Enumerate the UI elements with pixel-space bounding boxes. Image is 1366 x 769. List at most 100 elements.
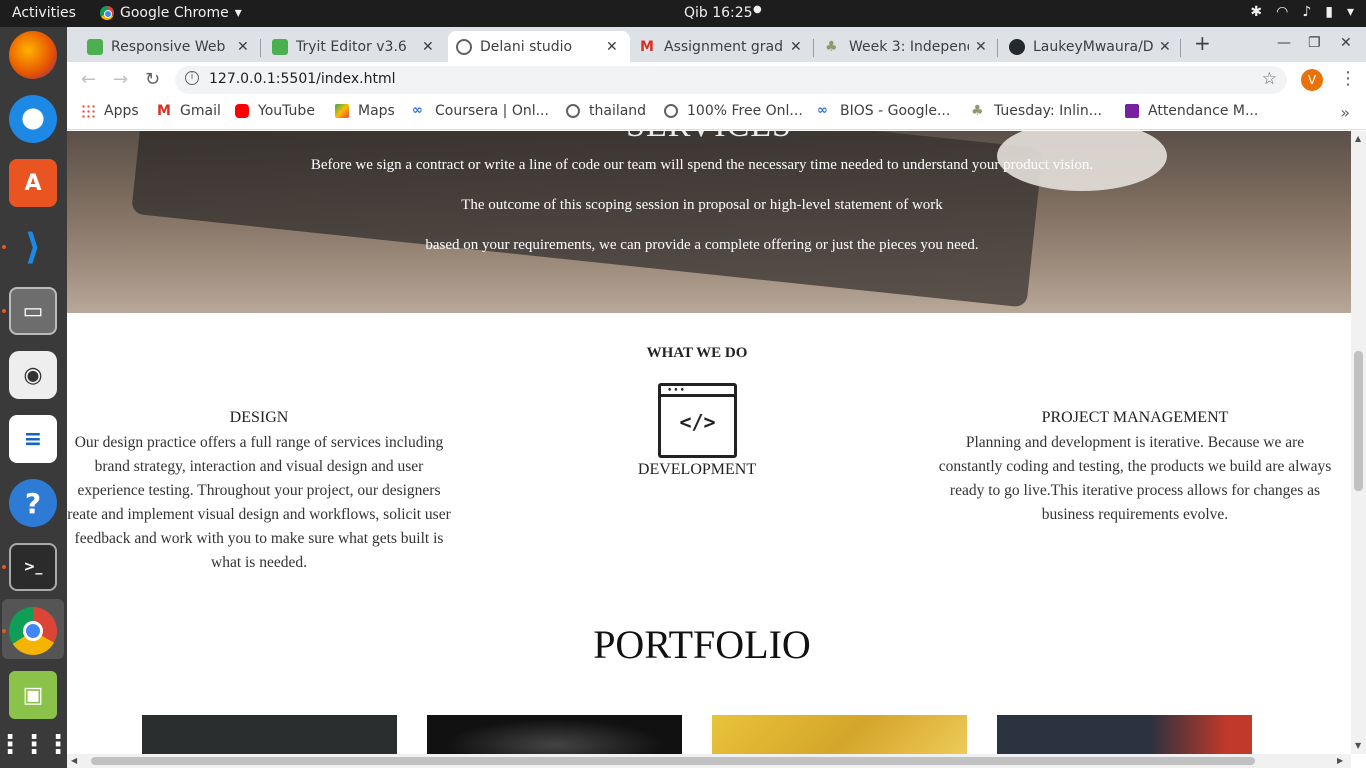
chrome-menu-icon[interactable]: ⋮: [1339, 68, 1357, 89]
close-icon[interactable]: ✕: [1159, 39, 1171, 55]
browser-toolbar: ← → ↻ i 127.0.0.1:5501/index.html ☆ V ⋮: [67, 62, 1366, 97]
chrome-icon[interactable]: [9, 607, 57, 655]
services-hero: SERVICES Before we sign a contract or wr…: [67, 131, 1351, 313]
tab-title: Assignment grad: [664, 38, 783, 55]
portfolio-heading: PORTFOLIO: [593, 622, 811, 667]
tab-delani-studio[interactable]: Delani studio ✕: [448, 31, 630, 62]
close-window-button[interactable]: ✕: [1340, 35, 1352, 51]
forward-button[interactable]: →: [113, 69, 128, 90]
tab-assignment-grade[interactable]: M Assignment grad ✕: [632, 31, 810, 62]
chevron-down-icon: ▾: [1346, 4, 1354, 20]
firefox-icon[interactable]: [9, 31, 57, 79]
libreoffice-writer-icon[interactable]: ≡: [9, 415, 57, 463]
software-center-icon[interactable]: A: [9, 159, 57, 207]
horizontal-scroll-thumb[interactable]: [91, 757, 1255, 765]
app-menu[interactable]: Google Chrome ▾: [100, 5, 242, 21]
services-line-2: The outcome of this scoping session in p…: [461, 197, 943, 213]
volume-icon: ♪: [1302, 4, 1312, 20]
w3schools-icon: [272, 38, 288, 55]
close-icon[interactable]: ✕: [975, 39, 987, 55]
thunderbird-icon[interactable]: [9, 95, 57, 143]
close-icon[interactable]: ✕: [790, 39, 802, 55]
bookmark-label: Attendance M...: [1148, 103, 1259, 119]
help-icon[interactable]: ?: [9, 479, 57, 527]
gmail-icon: M: [157, 103, 171, 119]
bookmark-tuesday[interactable]: ♣ Tuesday: Inlin...: [971, 103, 1102, 119]
bookmark-label: thailand: [589, 103, 647, 119]
portfolio-thumbnail-3[interactable]: [712, 715, 967, 754]
bookmark-coursera[interactable]: ∞ Coursera | Onl...: [412, 103, 549, 119]
close-icon[interactable]: ✕: [237, 39, 249, 55]
terminal-icon[interactable]: >_: [9, 543, 57, 591]
scroll-up-icon[interactable]: ▲: [1355, 134, 1361, 143]
close-icon[interactable]: ✕: [606, 39, 618, 55]
pm-line: business requirements evolve.: [1041, 506, 1229, 523]
system-tray[interactable]: ✱ ◠ ♪ ▮ ▾: [1250, 4, 1354, 20]
activities-button[interactable]: Activities: [12, 5, 76, 21]
reload-button[interactable]: ↻: [145, 69, 160, 90]
vertical-scrollbar[interactable]: ▲ ▼: [1351, 131, 1366, 754]
bookmark-apps[interactable]: Apps: [81, 103, 139, 119]
bookmark-attendance[interactable]: Attendance M...: [1125, 103, 1258, 119]
tree-icon: ♣: [971, 103, 984, 119]
tab-title: Responsive Web D: [111, 38, 231, 55]
tab-separator: [260, 39, 261, 57]
what-we-do-heading: WHAT WE DO: [646, 345, 748, 361]
tab-separator: [1180, 39, 1181, 57]
tab-tryit-editor[interactable]: Tryit Editor v3.6 ✕: [264, 31, 442, 62]
bookmark-label: Maps: [358, 103, 395, 119]
scroll-right-icon[interactable]: ▶: [1337, 756, 1343, 765]
bookmark-star-icon[interactable]: ☆: [1262, 69, 1277, 89]
show-applications-icon[interactable]: ⋮⋮⋮: [0, 721, 71, 769]
bookmark-maps[interactable]: Maps: [335, 103, 395, 119]
maps-icon: [335, 104, 349, 118]
close-icon[interactable]: ✕: [422, 39, 434, 55]
scroll-left-icon[interactable]: ◀: [71, 756, 77, 765]
clock[interactable]: Qib 16:25: [684, 5, 753, 21]
running-indicator: [2, 565, 6, 569]
page-viewport: SERVICES Before we sign a contract or wr…: [67, 131, 1351, 754]
portfolio-thumbnail-2[interactable]: [427, 715, 682, 754]
bookmark-label: 100% Free Onl...: [687, 103, 803, 119]
scroll-down-icon[interactable]: ▼: [1355, 741, 1361, 750]
portfolio-thumbnail-1[interactable]: [142, 715, 397, 754]
bookmark-thailand[interactable]: thailand: [566, 103, 646, 119]
profile-avatar[interactable]: V: [1301, 69, 1323, 91]
back-button[interactable]: ←: [81, 69, 96, 90]
bookmark-gmail[interactable]: M Gmail: [157, 103, 221, 119]
vscode-icon[interactable]: ⟩: [9, 223, 57, 271]
tab-responsive-web[interactable]: Responsive Web D ✕: [79, 31, 257, 62]
running-indicator: [2, 245, 6, 249]
tab-week3[interactable]: ♣ Week 3: Independ ✕: [817, 31, 995, 62]
portfolio-thumbnail-4[interactable]: [997, 715, 1252, 754]
bookmark-label: Tuesday: Inlin...: [994, 103, 1103, 119]
github-icon: [1009, 38, 1025, 55]
gmail-icon: M: [640, 38, 654, 55]
running-indicator: [2, 629, 6, 633]
vertical-scroll-thumb[interactable]: [1354, 351, 1363, 491]
address-bar[interactable]: i 127.0.0.1:5501/index.html ☆: [175, 66, 1287, 94]
image-viewer-icon[interactable]: ▣: [9, 671, 57, 719]
design-line: experience testing. Throughout your proj…: [77, 482, 441, 499]
bookmark-bios[interactable]: ∞ BIOS - Google...: [817, 103, 950, 119]
bookmarks-overflow-icon[interactable]: »: [1340, 103, 1350, 122]
info-icon[interactable]: i: [185, 71, 199, 85]
services-title: SERVICES: [67, 131, 1351, 145]
pm-line: Planning and development is iterative. B…: [965, 434, 1305, 451]
app-name: Google Chrome: [120, 5, 229, 21]
files-icon[interactable]: ▭: [9, 287, 57, 335]
restore-button[interactable]: ❐: [1308, 35, 1321, 51]
tab-github[interactable]: LaukeyMwaura/D ✕: [1001, 31, 1179, 62]
bookmark-youtube[interactable]: YouTube: [235, 103, 315, 119]
bookmark-free-online[interactable]: 100% Free Onl...: [664, 103, 803, 119]
new-tab-button[interactable]: +: [1194, 31, 1211, 55]
rhythmbox-icon[interactable]: ◉: [9, 351, 57, 399]
horizontal-scrollbar[interactable]: ◀ ▶: [67, 754, 1351, 768]
pm-line: constantly coding and testing, the produ…: [938, 458, 1332, 475]
accessibility-icon[interactable]: ✱: [1250, 4, 1262, 20]
tab-strip: Responsive Web D ✕ Tryit Editor v3.6 ✕ D…: [67, 27, 1366, 62]
minimize-button[interactable]: —: [1277, 35, 1291, 51]
project-management-title: PROJECT MANAGEMENT: [1041, 409, 1229, 426]
code-window-titlebar: •••: [661, 386, 734, 397]
bookmark-label: Coursera | Onl...: [435, 103, 549, 119]
